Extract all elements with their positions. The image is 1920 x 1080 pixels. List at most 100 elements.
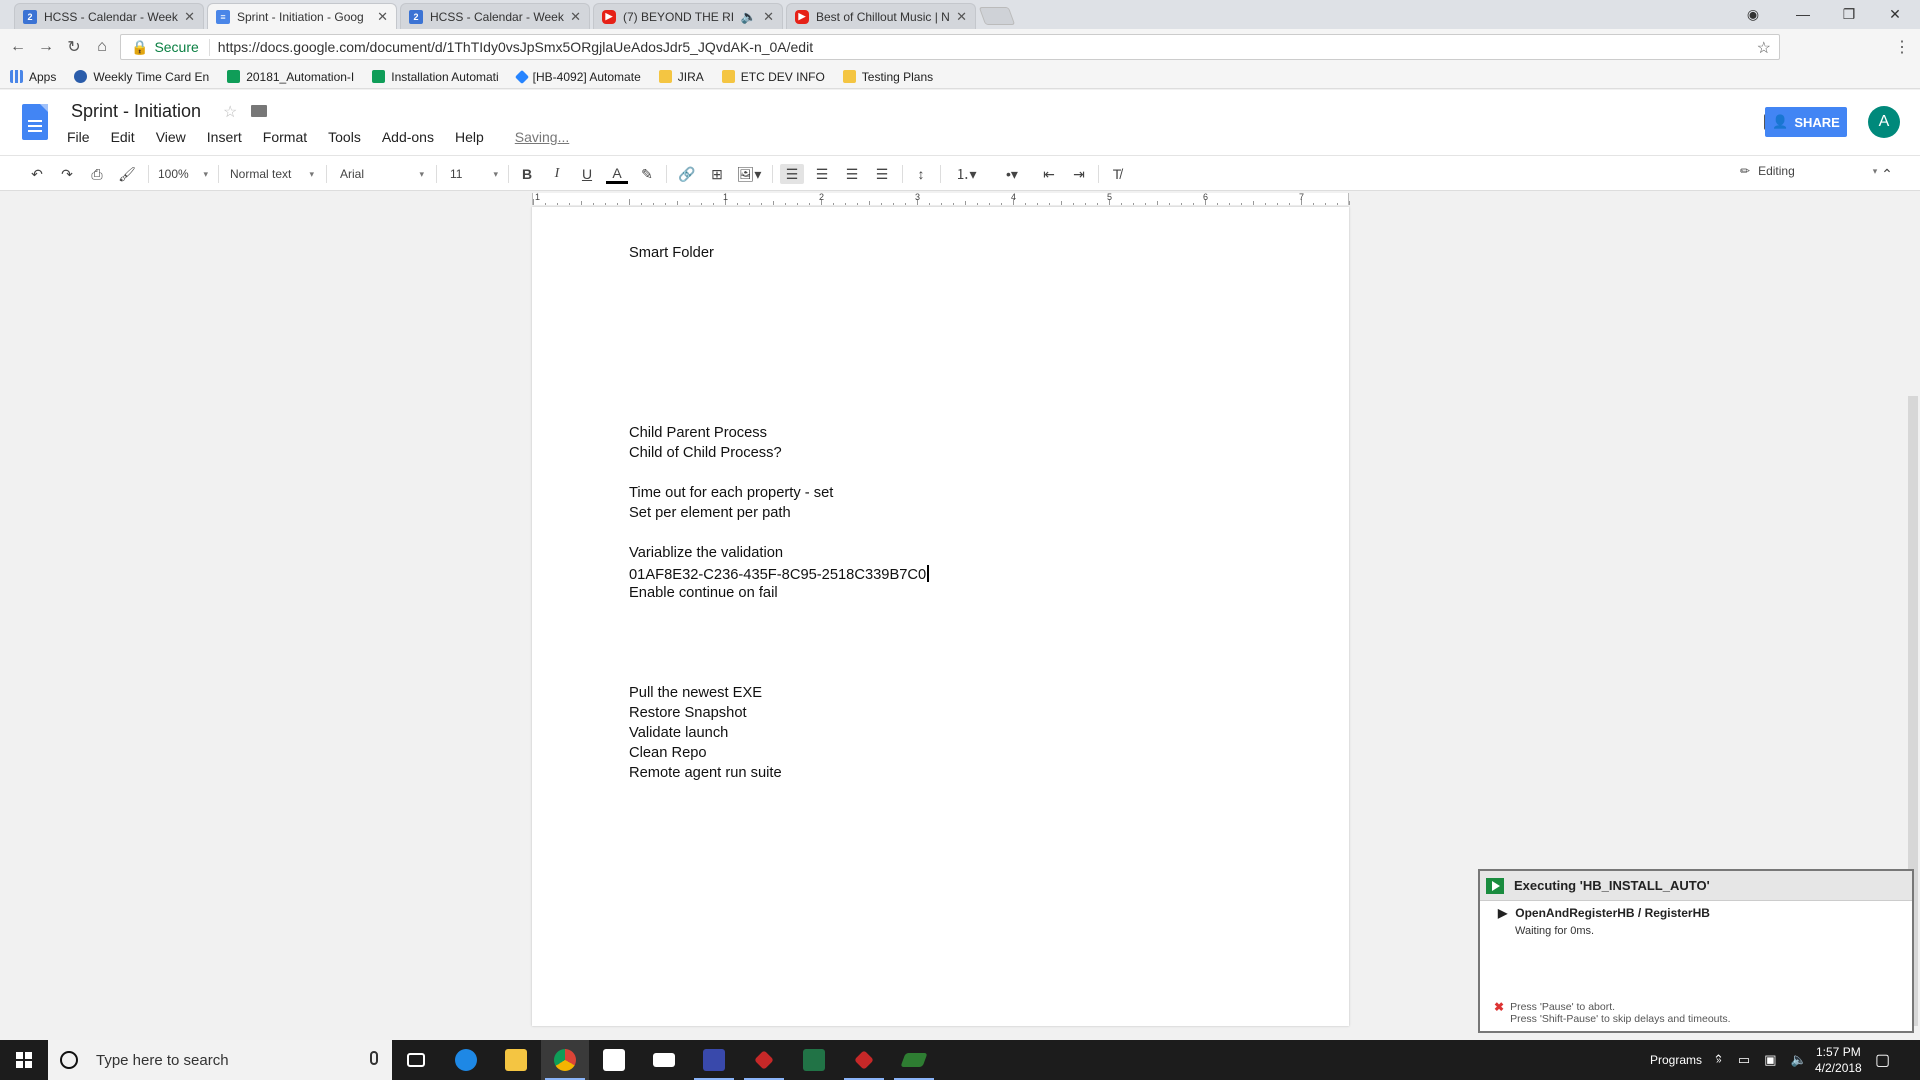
menu-edit[interactable]: Edit — [108, 129, 138, 145]
volume-icon[interactable]: 🔈 — [1791, 1052, 1807, 1068]
doc-line[interactable]: Validate launch — [629, 725, 728, 741]
print-icon[interactable]: ⎙ — [86, 164, 108, 184]
doc-line[interactable]: Clean Repo — [629, 745, 707, 761]
url-text[interactable]: https://docs.google.com/document/d/1ThTI… — [218, 39, 813, 55]
home-icon[interactable]: ⌂ — [90, 35, 114, 59]
insert-image-icon[interactable]: 🖼▾ — [734, 164, 764, 184]
forward-icon[interactable]: → — [34, 35, 58, 59]
restore-button[interactable]: ❐ — [1826, 0, 1872, 28]
link-icon[interactable]: 🔗 — [676, 164, 698, 184]
back-icon[interactable]: ← — [6, 35, 30, 59]
close-window-button[interactable]: ✕ — [1872, 0, 1918, 28]
italic-icon[interactable]: I — [546, 164, 568, 184]
underline-icon[interactable]: U — [576, 164, 598, 184]
reload-icon[interactable]: ↻ — [62, 35, 86, 59]
menu-help[interactable]: Help — [452, 129, 487, 145]
new-tab-button[interactable] — [978, 7, 1016, 25]
doc-line[interactable]: Remote agent run suite — [629, 765, 782, 781]
ruler-track[interactable]: 1 1 2 3 4 5 6 7 — [532, 192, 1350, 205]
show-hidden-icons-icon[interactable]: ⌃ — [1713, 1052, 1724, 1068]
clear-formatting-icon[interactable]: T̸ — [1106, 164, 1128, 184]
start-button[interactable] — [0, 1040, 48, 1080]
close-icon[interactable]: ✕ — [763, 9, 774, 25]
battery-icon[interactable]: ▭ — [1738, 1052, 1750, 1068]
bookmark-jira[interactable]: JIRA — [658, 70, 704, 84]
paint-format-icon[interactable]: 🖌 — [116, 164, 138, 184]
collapse-menu-icon[interactable]: ⌃ — [1876, 164, 1898, 184]
mail-icon[interactable] — [640, 1040, 688, 1080]
taskbar-search[interactable]: Type here to search — [48, 1040, 392, 1080]
editing-mode-select[interactable]: ✏ Editing ▾ — [1740, 164, 1877, 178]
highlight-icon[interactable]: ✎ — [636, 164, 658, 184]
edge-icon[interactable] — [442, 1040, 490, 1080]
store-icon[interactable] — [590, 1040, 638, 1080]
bookmark-20181-automation[interactable]: 20181_Automation-I — [227, 70, 354, 84]
tab-hcss-calendar-2[interactable]: 2 HCSS - Calendar - Week ✕ — [400, 3, 590, 29]
avatar[interactable]: A — [1868, 106, 1900, 138]
bookmark-hb-4092[interactable]: [HB-4092] Automate — [514, 69, 641, 84]
close-icon[interactable]: ✕ — [184, 9, 195, 25]
menu-addons[interactable]: Add-ons — [379, 129, 437, 145]
microphone-icon[interactable] — [370, 1051, 378, 1065]
line-spacing-icon[interactable]: ↕ — [910, 164, 932, 184]
numbered-list-icon[interactable]: ⒈▾ — [948, 164, 984, 184]
doc-line[interactable]: Restore Snapshot — [629, 705, 747, 721]
action-center-icon[interactable]: ▢ — [1875, 1040, 1890, 1080]
bookmark-installation-automation[interactable]: Installation Automati — [372, 70, 499, 84]
menu-tools[interactable]: Tools — [325, 129, 364, 145]
align-center-icon[interactable]: ☰ — [811, 164, 833, 184]
programs-toolbar[interactable]: Programs » — [1650, 1040, 1722, 1080]
doc-line[interactable]: Variablize the validation — [629, 545, 783, 561]
bookmark-etc-dev-info[interactable]: ETC DEV INFO — [721, 70, 825, 84]
current-step[interactable]: ▶ OpenAndRegisterHB / RegisterHB — [1498, 906, 1710, 920]
app-icon-red-tools[interactable] — [740, 1040, 788, 1080]
doc-line[interactable]: Pull the newest EXE — [629, 685, 762, 701]
doc-line[interactable]: Set per element per path — [629, 505, 791, 521]
app-icon-green[interactable] — [890, 1040, 938, 1080]
chrome-menu-icon[interactable]: ⋮ — [1890, 35, 1914, 59]
app-icon-blue[interactable] — [690, 1040, 738, 1080]
add-comment-icon[interactable]: ⊞ — [706, 164, 728, 184]
bookmark-testing-plans[interactable]: Testing Plans — [842, 70, 933, 84]
close-icon[interactable]: ✕ — [570, 9, 581, 25]
abort-icon[interactable]: ✖ — [1494, 1001, 1504, 1025]
bookmark-weekly-time-card[interactable]: Weekly Time Card En — [74, 70, 209, 84]
menu-format[interactable]: Format — [260, 129, 310, 145]
file-explorer-icon[interactable] — [492, 1040, 540, 1080]
expand-arrow-icon[interactable]: ▶ — [1498, 906, 1507, 920]
font-size-select[interactable]: 11 — [450, 164, 498, 184]
star-icon[interactable]: ☆ — [223, 102, 237, 122]
chrome-icon[interactable] — [541, 1040, 589, 1080]
zoom-select[interactable]: 100% — [158, 164, 208, 184]
doc-line[interactable]: Time out for each property - set — [629, 485, 833, 501]
address-bar[interactable]: 🔒 Secure https://docs.google.com/documen… — [120, 34, 1780, 60]
docs-home-icon[interactable] — [22, 104, 48, 140]
doc-line[interactable]: Child of Child Process? — [629, 445, 782, 461]
doc-line-with-cursor[interactable]: 01AF8E32-C236-435F-8C95-2518C339B7C0 — [629, 565, 929, 583]
bookmark-star-icon[interactable]: ☆ — [1757, 38, 1771, 58]
app-icon-red-x[interactable] — [840, 1040, 888, 1080]
font-select[interactable]: Arial — [340, 164, 424, 184]
align-right-icon[interactable]: ☰ — [841, 164, 863, 184]
speaker-icon[interactable]: 🔈 — [741, 9, 757, 25]
tab-chillout-music[interactable]: ▶ Best of Chillout Music | N ✕ — [786, 3, 976, 29]
tab-beyond-the-rift[interactable]: ▶ (7) BEYOND THE RIFT 🔈 ✕ — [593, 3, 783, 29]
redo-icon[interactable]: ↷ — [56, 164, 78, 184]
tab-hcss-calendar-1[interactable]: 2 HCSS - Calendar - Week ✕ — [14, 3, 204, 29]
document-title[interactable]: Sprint - Initiation — [71, 101, 201, 122]
text-color-icon[interactable]: A — [606, 164, 628, 184]
saving-status[interactable]: Saving... — [512, 129, 572, 145]
bold-icon[interactable]: B — [516, 164, 538, 184]
menu-view[interactable]: View — [153, 129, 189, 145]
minimize-button[interactable]: — — [1780, 0, 1826, 28]
bookmark-apps[interactable]: Apps — [10, 70, 56, 84]
decrease-indent-icon[interactable]: ⇤ — [1038, 164, 1060, 184]
doc-line[interactable]: Child Parent Process — [629, 425, 767, 441]
profile-icon[interactable]: ◉ — [1730, 0, 1776, 28]
document-page[interactable]: Smart Folder Child Parent Process Child … — [532, 207, 1349, 1026]
menu-insert[interactable]: Insert — [204, 129, 245, 145]
style-select[interactable]: Normal text — [230, 164, 314, 184]
bulleted-list-icon[interactable]: •▾ — [994, 164, 1030, 184]
doc-line[interactable]: Enable continue on fail — [629, 585, 778, 601]
close-icon[interactable]: ✕ — [956, 9, 967, 25]
